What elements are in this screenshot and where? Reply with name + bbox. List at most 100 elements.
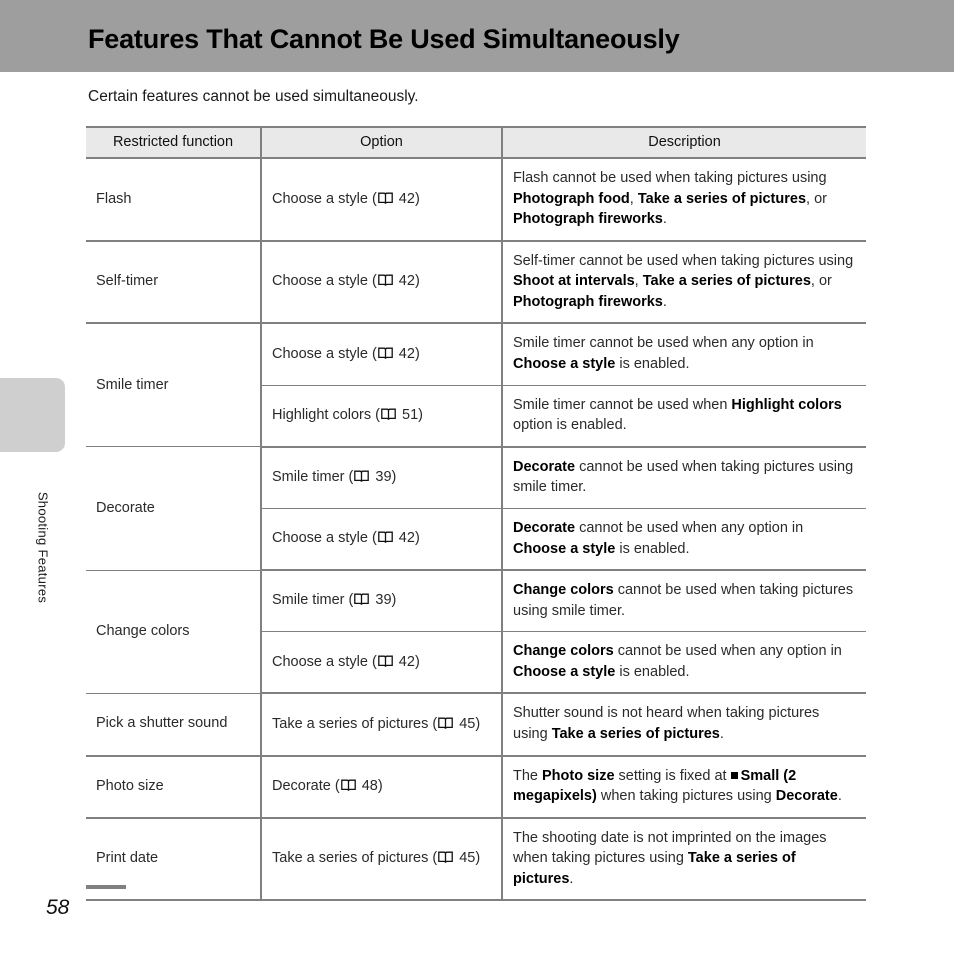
description-emphasis: Highlight colors [731, 396, 842, 413]
description-text: . [837, 788, 842, 805]
description-text: is enabled. [615, 663, 690, 680]
cell-restricted-function: Self-timer [86, 240, 262, 325]
table-row: Photo size Decorate ( 48) The Photo size s… [86, 755, 866, 819]
option-label: Take a series of pictures ( [272, 715, 438, 732]
description-emphasis: Change colors [513, 643, 614, 660]
option-page-reference: 42) [394, 653, 420, 670]
cell-option: Take a series of pictures ( 45) [261, 693, 503, 757]
cell-description: Self-timer cannot be used when taking pi… [502, 240, 866, 325]
description-text: when taking pictures using [596, 788, 776, 805]
column-header-description: Description [502, 126, 866, 159]
description-emphasis: Choose a style [513, 356, 616, 373]
cell-option: Decorate ( 48) [261, 755, 503, 819]
option-page-reference: 51) [398, 406, 423, 423]
description-emphasis: Decorate [775, 788, 838, 805]
open-book-icon [377, 655, 393, 667]
open-book-icon [377, 531, 393, 544]
cell-option: Choose a style ( 42) [261, 508, 503, 572]
description-emphasis: Decorate [513, 519, 576, 536]
table-row: Pick a shutter sound Take a series of pic… [86, 693, 866, 757]
cell-description: Flash cannot be used when taking picture… [502, 158, 866, 242]
option-label: Decorate ( [272, 777, 340, 794]
table-row: Change colors Smile timer ( 39) Change col… [86, 570, 866, 694]
option-label: Choose a style ( [272, 273, 377, 290]
cell-description: Smile timer cannot be used when any opti… [502, 323, 866, 386]
description-text: . [569, 870, 574, 887]
page-number: 58 [46, 896, 70, 919]
option-label: Choose a style ( [272, 530, 377, 547]
option-label: Take a series of pictures ( [272, 850, 438, 867]
option-page-reference: 39) [371, 469, 397, 486]
small-square-bullet-icon [730, 771, 738, 779]
open-book-icon [438, 851, 454, 864]
cell-option: Choose a style ( 42) [261, 631, 503, 695]
table-row: Self-timer Choose a style ( 42) Self-timer… [86, 240, 866, 325]
cell-option: Smile timer ( 39) [261, 570, 503, 633]
description-text: Smile timer cannot be used when [513, 396, 732, 413]
description-text: , [634, 273, 643, 290]
chapter-tab-label: Shooting Features [35, 491, 51, 604]
page-title: Features That Cannot Be Used Simultaneou… [88, 24, 680, 54]
cell-description: The shooting date is not imprinted on th… [502, 817, 866, 902]
description-emphasis: Take a series of pictures [637, 190, 807, 207]
description-emphasis: Photo size [542, 767, 615, 784]
option-page-reference: 42) [394, 530, 420, 547]
option-page-reference: 39) [371, 592, 397, 609]
table-row: Flash Choose a style ( 42) Flash cannot be… [86, 158, 866, 242]
cell-description: Smile timer cannot be used when Highligh… [502, 385, 866, 448]
description-text: , or [810, 273, 832, 290]
option-label: Choose a style ( [272, 653, 377, 670]
description-text: is enabled. [615, 356, 690, 373]
description-text: . [662, 293, 667, 310]
open-book-icon [381, 408, 396, 420]
option-label: Choose a style ( [272, 345, 377, 362]
description-text: . [719, 725, 724, 742]
description-text: Flash cannot be used when taking picture… [513, 170, 827, 186]
cell-restricted-function: Change colors [86, 570, 262, 694]
option-page-reference: 42) [394, 190, 420, 207]
table-row: Print date Take a series of pictures ( 45… [86, 817, 866, 902]
option-label: Smile timer ( [272, 592, 354, 609]
column-header-restricted-function: Restricted function [86, 126, 262, 159]
cell-description: Change colors cannot be used when any op… [502, 631, 866, 695]
option-page-reference: 45) [455, 850, 481, 867]
option-label: Smile timer ( [272, 469, 354, 486]
description-text: The [513, 767, 543, 784]
description-text: cannot be used when any option in [613, 643, 842, 660]
cell-restricted-function: Smile timer [86, 323, 262, 448]
open-book-icon [377, 192, 393, 204]
description-text: , or [806, 190, 827, 207]
table-row: Decorate Smile timer ( 39) Decorate cannot… [86, 446, 866, 571]
table-header-row: Restricted function Option Description [86, 126, 866, 159]
description-text: , [629, 190, 638, 207]
table-body: Flash Choose a style ( 42) Flash cannot be… [86, 158, 866, 902]
column-header-option: Option [261, 126, 503, 159]
cell-description: Decorate cannot be used when any option … [502, 508, 866, 572]
description-emphasis: Photograph fireworks [513, 211, 663, 228]
cell-option: Smile timer ( 39) [261, 446, 503, 509]
cell-option: Choose a style ( 42) [261, 158, 503, 242]
option-page-reference: 42) [394, 273, 420, 290]
open-book-icon [377, 347, 393, 359]
cell-description: The Photo size setting is fixed at Small… [502, 755, 866, 819]
cell-option: Choose a style ( 42) [261, 240, 503, 325]
description-emphasis: Photograph fireworks [513, 293, 663, 310]
footer-rule [86, 885, 126, 889]
option-page-reference: 48) [357, 777, 383, 794]
description-text: setting is fixed at [614, 767, 731, 784]
cell-option: Take a series of pictures ( 45) [261, 817, 503, 902]
restrictions-table-container: Restricted function Option Description F… [86, 126, 866, 902]
option-label: Highlight colors ( [272, 406, 380, 423]
cell-description: Shutter sound is not heard when taking p… [502, 693, 866, 757]
description-text: Smile timer cannot be used when any opti… [513, 335, 814, 352]
cell-restricted-function: Decorate [86, 446, 262, 571]
description-emphasis: Decorate [513, 458, 576, 475]
restrictions-table: Restricted function Option Description F… [86, 126, 866, 902]
cell-description: Decorate cannot be used when taking pict… [502, 446, 866, 509]
open-book-icon [340, 779, 356, 791]
description-emphasis: Shoot at intervals [513, 273, 635, 290]
open-book-icon [438, 717, 454, 729]
description-emphasis: Choose a style [513, 663, 616, 680]
description-emphasis: Take a series of pictures [642, 273, 811, 290]
description-text: cannot be used when any option in [575, 519, 804, 536]
